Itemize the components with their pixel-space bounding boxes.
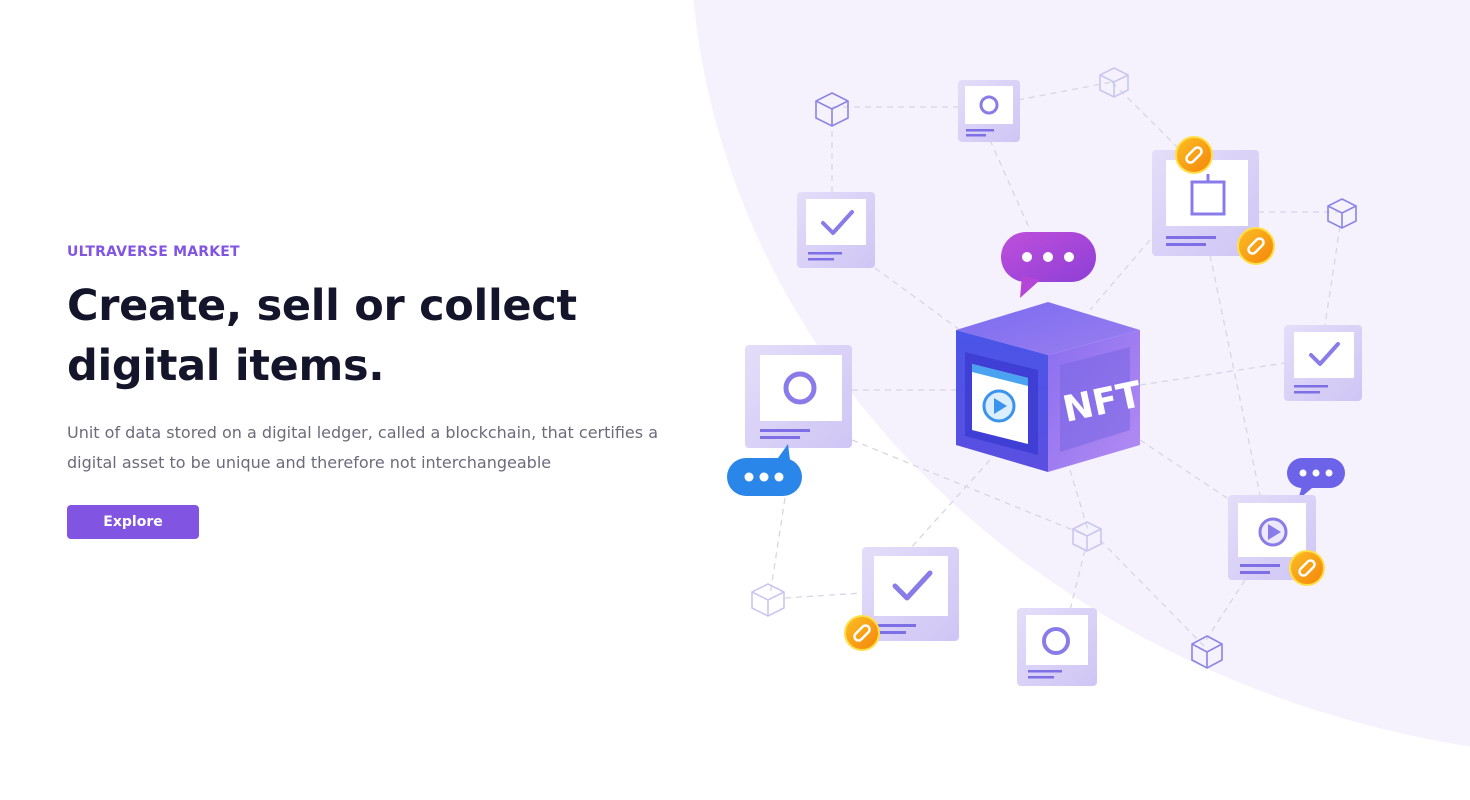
- nft-network-illustration: NFT: [727, 67, 1362, 686]
- link-coin-icon: [1175, 136, 1213, 174]
- nft-card: [1284, 325, 1362, 401]
- chat-bubble-icon: [1287, 458, 1345, 500]
- nft-cube: NFT: [956, 302, 1146, 472]
- explore-button[interactable]: Explore: [67, 505, 199, 539]
- cube-outline-icon: [751, 583, 785, 617]
- cube-outline-icon: [1099, 67, 1129, 98]
- eyebrow-label: ULTRAVERSE MARKET: [67, 244, 240, 260]
- hero-headline: Create, sell or collect digital items.: [67, 276, 707, 396]
- landing-page: ULTRAVERSE MARKET Create, sell or collec…: [0, 0, 1470, 800]
- chat-bubble-icon: [1001, 232, 1096, 298]
- cube-outline-icon: [1327, 198, 1357, 229]
- cube-outline-icon: [815, 92, 849, 127]
- hero-description: Unit of data stored on a digital ledger,…: [67, 423, 658, 472]
- cube-outline-icon: [1191, 635, 1223, 669]
- nft-card: [1017, 608, 1097, 686]
- chat-bubble-icon: [727, 444, 802, 496]
- headline-line-1: Create, sell or collect: [67, 281, 577, 331]
- nft-card: [797, 192, 875, 268]
- nft-card: [958, 80, 1020, 142]
- link-coin-icon: [1237, 227, 1275, 265]
- hero-section: ULTRAVERSE MARKET Create, sell or collec…: [67, 244, 707, 539]
- link-coin-icon: [844, 615, 880, 651]
- link-coin-icon: [1289, 550, 1325, 586]
- headline-line-2: digital items.: [67, 341, 385, 391]
- nft-card: [745, 345, 852, 448]
